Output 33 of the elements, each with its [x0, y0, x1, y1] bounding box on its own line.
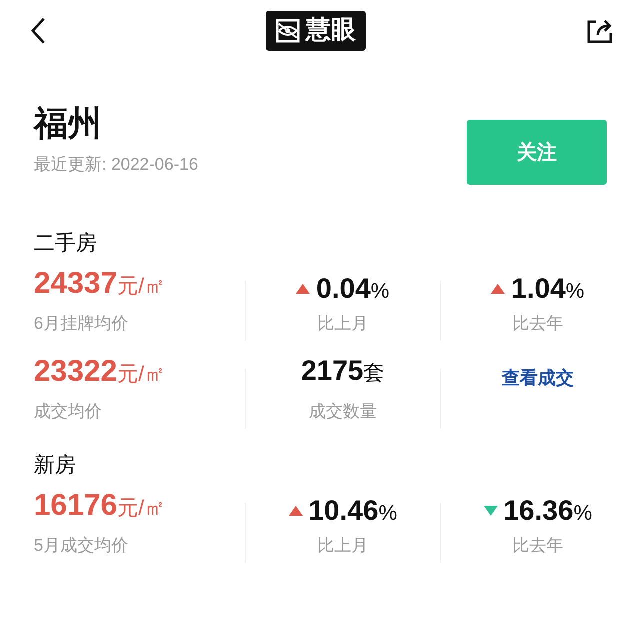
price-value: 16176	[34, 491, 118, 521]
update-date: 最近更新: 2022-06-16	[34, 154, 198, 176]
price-label: 成交均价	[34, 401, 102, 423]
price-label: 5月成交均价	[34, 535, 128, 557]
count-unit: 套	[364, 363, 385, 384]
percent-sign: %	[574, 503, 592, 524]
change-value: 1.04	[511, 275, 566, 303]
change-label: 比去年	[512, 535, 564, 557]
change-value: 16.36	[504, 497, 574, 525]
price-label: 6月挂牌均价	[34, 313, 128, 335]
price-unit: 元/㎡	[117, 364, 166, 385]
change-label: 比去年	[512, 313, 564, 335]
city-name: 福州	[34, 104, 103, 145]
percent-sign: %	[566, 281, 585, 302]
change-value: 10.46	[308, 497, 379, 525]
count-label: 成交数量	[309, 401, 377, 423]
back-icon[interactable]	[30, 17, 46, 45]
percent-sign: %	[370, 281, 390, 302]
eye-logo-icon	[276, 19, 300, 43]
section-title: 二手房	[34, 231, 98, 257]
change-label: 比上月	[318, 313, 368, 335]
count-value: 2175	[301, 357, 364, 385]
change-label: 比上月	[318, 535, 368, 557]
percent-sign: %	[378, 503, 398, 524]
logo-text: 慧眼	[306, 15, 356, 46]
price-value: 23322	[34, 357, 118, 387]
share-icon[interactable]	[586, 17, 614, 45]
price-value: 24337	[34, 269, 118, 299]
price-unit: 元/㎡	[117, 498, 166, 519]
change-value: 0.04	[316, 275, 371, 303]
section-title: 新房	[34, 453, 77, 479]
view-deals-link[interactable]: 查看成交	[502, 365, 574, 392]
price-unit: 元/㎡	[117, 276, 166, 297]
